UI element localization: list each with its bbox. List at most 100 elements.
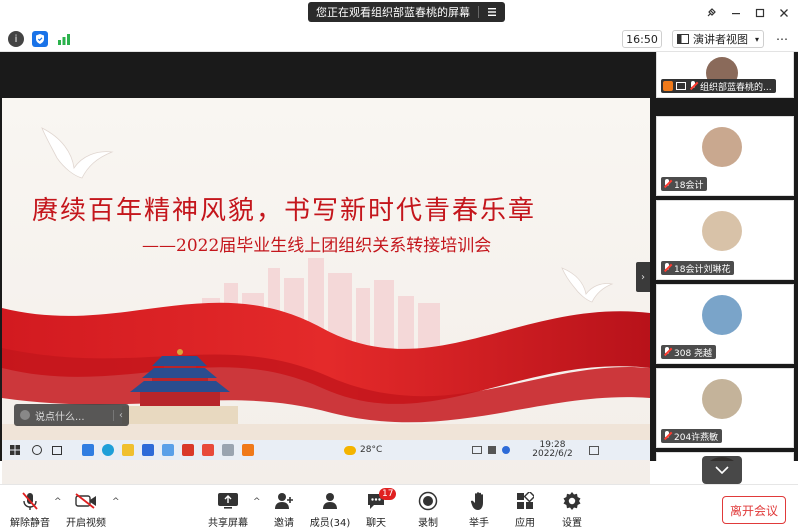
more-options-button[interactable]: ⋯ bbox=[770, 30, 794, 48]
raise-hand-button[interactable]: 举手 bbox=[453, 491, 505, 531]
signal-strength-icon[interactable] bbox=[56, 31, 72, 47]
notice-menu-icon[interactable] bbox=[487, 7, 497, 17]
maximize-icon[interactable] bbox=[750, 4, 770, 22]
mic-muted-icon bbox=[663, 347, 671, 357]
divider bbox=[478, 6, 479, 18]
tray-icon-network bbox=[472, 446, 483, 454]
gear-icon bbox=[561, 491, 583, 511]
participant-tile[interactable]: 204许燕敏 bbox=[656, 368, 794, 448]
sharing-notice-pill[interactable]: 您正在观看组织部蓝春桃的屏幕 bbox=[308, 2, 505, 22]
chat-button[interactable]: 17 聊天 bbox=[350, 488, 402, 531]
participant-name-bar: 组织部蓝春桃的... bbox=[661, 79, 776, 93]
host-icon bbox=[663, 81, 673, 91]
speaker-view-icon bbox=[677, 34, 689, 44]
mic-muted-icon bbox=[689, 81, 697, 91]
slide-illustration bbox=[2, 127, 650, 440]
apps-button[interactable]: 应用 bbox=[499, 491, 551, 531]
app-icon-wps bbox=[182, 444, 194, 456]
tray-icon-ime bbox=[502, 446, 511, 454]
chevron-right-icon[interactable]: › bbox=[636, 262, 650, 292]
participant-name: 308 尧越 bbox=[674, 348, 713, 359]
meeting-toolbar: i 16:50 演讲者视图 ▾ ⋯ bbox=[0, 26, 798, 52]
participant-name: 204许燕敏 bbox=[674, 432, 719, 443]
participant-name: 18会计 bbox=[674, 180, 704, 191]
avatar-icon bbox=[20, 410, 30, 420]
participant-tile[interactable]: 18会计 bbox=[656, 116, 794, 196]
invite-button[interactable]: 邀请 bbox=[258, 491, 310, 531]
participant-tile[interactable]: 组织部蓝春桃的... bbox=[656, 52, 794, 98]
start-video-label: 开启视频 bbox=[66, 518, 106, 529]
camera-off-icon bbox=[75, 491, 97, 511]
taskbar-date: 2022/6/2 bbox=[532, 449, 573, 459]
participant-tile[interactable]: 18会计刘琳花 bbox=[656, 200, 794, 280]
chevron-left-icon[interactable]: ‹ bbox=[113, 409, 123, 421]
share-screen-icon bbox=[217, 491, 239, 511]
app-icon-folder bbox=[122, 444, 134, 456]
participant-tile[interactable]: 308 尧越 bbox=[656, 284, 794, 364]
record-icon bbox=[417, 491, 439, 511]
participant-panel: 组织部蓝春桃的... 18会计 18会计刘琳花 308 尧越 204许燕敏 bbox=[652, 52, 798, 461]
unmute-label: 解除静音 bbox=[10, 518, 50, 529]
info-icon[interactable]: i bbox=[8, 31, 24, 47]
meeting-clock: 16:50 bbox=[622, 30, 662, 48]
apps-label: 应用 bbox=[515, 518, 535, 529]
app-icon-pdf bbox=[202, 444, 214, 456]
chat-label: 聊天 bbox=[366, 518, 386, 529]
search-icon bbox=[32, 445, 42, 455]
scroll-down-button[interactable] bbox=[702, 456, 742, 484]
participant-name: 18会计刘琳花 bbox=[674, 264, 731, 275]
chevron-down-icon bbox=[715, 466, 729, 474]
members-icon bbox=[319, 491, 341, 511]
slide-title: 赓续百年精神风貌，书写新时代青春乐章 bbox=[32, 196, 537, 226]
sharing-notice-text: 您正在观看组织部蓝春桃的屏幕 bbox=[316, 6, 470, 19]
mic-muted-icon bbox=[663, 263, 671, 273]
minimize-icon[interactable] bbox=[726, 4, 746, 22]
view-switch-label: 演讲者视图 bbox=[693, 33, 748, 46]
participant-name-bar: 308 尧越 bbox=[661, 345, 717, 359]
weather-temp: 28°C bbox=[360, 445, 383, 455]
pin-icon[interactable] bbox=[701, 4, 721, 22]
apps-grid-icon bbox=[514, 491, 536, 511]
shared-taskbar: 28°C 19:28 2022/6/2 bbox=[2, 440, 650, 460]
mic-muted-icon bbox=[19, 491, 41, 511]
avatar bbox=[702, 295, 742, 335]
view-switch-button[interactable]: 演讲者视图 ▾ bbox=[672, 30, 764, 48]
raise-hand-label: 举手 bbox=[469, 518, 489, 529]
avatar bbox=[702, 379, 742, 419]
app-icon-chat bbox=[222, 444, 234, 456]
close-icon[interactable] bbox=[774, 4, 794, 22]
chevron-up-icon[interactable]: ^ bbox=[112, 497, 120, 507]
chat-unread-badge: 17 bbox=[379, 488, 397, 500]
unmute-button[interactable]: 解除静音 bbox=[4, 491, 56, 531]
add-user-icon bbox=[273, 491, 295, 511]
start-video-button[interactable]: 开启视频 bbox=[60, 491, 112, 531]
share-screen-label: 共享屏幕 bbox=[208, 518, 248, 529]
app-icon-edge bbox=[102, 444, 114, 456]
windows-start-icon bbox=[10, 445, 20, 455]
screen-share-icon bbox=[676, 82, 686, 90]
share-screen-button[interactable]: 共享屏幕 bbox=[202, 491, 254, 531]
mic-muted-icon bbox=[663, 431, 671, 441]
record-button[interactable]: 录制 bbox=[402, 491, 454, 531]
notification-icon bbox=[588, 445, 599, 455]
avatar bbox=[702, 211, 742, 251]
settings-button[interactable]: 设置 bbox=[546, 491, 598, 531]
shared-slide: 赓续百年精神风貌，书写新时代青春乐章 ——2022届毕业生线上团组织关系转接培训… bbox=[2, 98, 650, 486]
slide-subtitle: ——2022届毕业生线上团组织关系转接培训会 bbox=[142, 236, 492, 256]
app-icon-cloud bbox=[162, 444, 174, 456]
participant-name-bar: 204许燕敏 bbox=[661, 429, 723, 443]
title-bar: 您正在观看组织部蓝春桃的屏幕 bbox=[0, 0, 798, 26]
chat-placeholder: 说点什么... bbox=[35, 411, 85, 423]
invite-label: 邀请 bbox=[274, 518, 294, 529]
taskbar-clock: 19:28 2022/6/2 bbox=[532, 441, 572, 459]
members-button[interactable]: 成员(34) bbox=[304, 491, 356, 531]
app-icon-video bbox=[242, 444, 254, 456]
members-label: 成员(34) bbox=[309, 518, 351, 529]
settings-label: 设置 bbox=[562, 518, 582, 529]
mic-muted-icon bbox=[663, 179, 671, 189]
shield-icon[interactable] bbox=[32, 31, 48, 47]
chat-input[interactable]: 说点什么... ‹ bbox=[14, 404, 129, 426]
weather-icon bbox=[344, 445, 356, 455]
leave-meeting-button[interactable]: 离开会议 bbox=[722, 496, 786, 524]
tray-icon-volume bbox=[488, 446, 497, 454]
